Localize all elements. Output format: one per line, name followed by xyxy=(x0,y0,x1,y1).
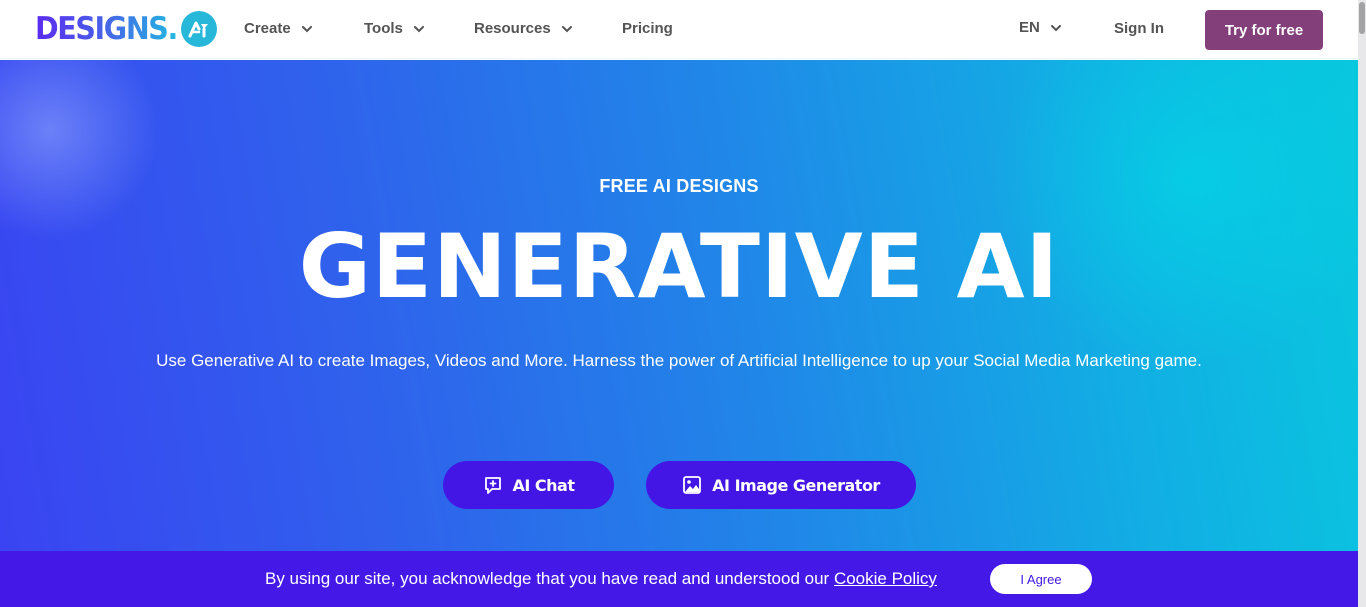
scrollbar-thumb[interactable] xyxy=(1359,2,1365,34)
cookie-message: By using our site, you acknowledge that … xyxy=(265,569,834,588)
ai-chat-button[interactable]: AI Chat xyxy=(443,461,614,509)
nav-create[interactable]: Create xyxy=(244,20,313,37)
logo[interactable]: DESIGNS. xyxy=(35,9,218,49)
logo-ai-badge-icon xyxy=(181,11,218,47)
ai-image-generator-label: AI Image Generator xyxy=(712,475,880,495)
page-scrollbar[interactable] xyxy=(1358,0,1366,607)
ai-chat-label: AI Chat xyxy=(512,475,575,495)
chat-plus-icon xyxy=(484,477,501,494)
hero-title: GENERATIVE AI xyxy=(298,215,1060,318)
cookie-banner: By using our site, you acknowledge that … xyxy=(0,551,1358,607)
nav-resources-label: Resources xyxy=(474,20,551,37)
hero-subtitle: Use Generative AI to create Images, Vide… xyxy=(156,351,1202,370)
chevron-down-icon xyxy=(413,25,424,32)
nav-pricing-label: Pricing xyxy=(622,20,673,37)
hero-section: FREE AI DESIGNS GENERATIVE AI Use Genera… xyxy=(0,60,1358,551)
chevron-down-icon xyxy=(561,25,572,32)
cookie-text: By using our site, you acknowledge that … xyxy=(265,569,937,589)
nav-tools-label: Tools xyxy=(364,20,403,37)
nav-resources[interactable]: Resources xyxy=(474,20,573,37)
site-header: DESIGNS. Create Tools Resources Pricing … xyxy=(0,0,1358,59)
chevron-down-icon xyxy=(1050,24,1061,31)
chevron-down-icon xyxy=(301,25,312,32)
hero-eyebrow: FREE AI DESIGNS xyxy=(599,176,759,196)
image-icon xyxy=(683,476,702,494)
language-selector[interactable]: EN xyxy=(1019,19,1062,36)
language-label: EN xyxy=(1019,19,1040,36)
try-for-free-button[interactable]: Try for free xyxy=(1205,10,1323,50)
nav-create-label: Create xyxy=(244,20,291,37)
i-agree-button[interactable]: I Agree xyxy=(990,564,1092,594)
sign-in-label: Sign In xyxy=(1114,20,1164,37)
sign-in-link[interactable]: Sign In xyxy=(1114,20,1164,37)
logo-text: DESIGNS. xyxy=(35,11,178,47)
nav-tools[interactable]: Tools xyxy=(364,20,425,37)
cookie-policy-link[interactable]: Cookie Policy xyxy=(834,569,937,588)
nav-pricing[interactable]: Pricing xyxy=(622,20,673,37)
ai-image-generator-button[interactable]: AI Image Generator xyxy=(646,461,916,509)
